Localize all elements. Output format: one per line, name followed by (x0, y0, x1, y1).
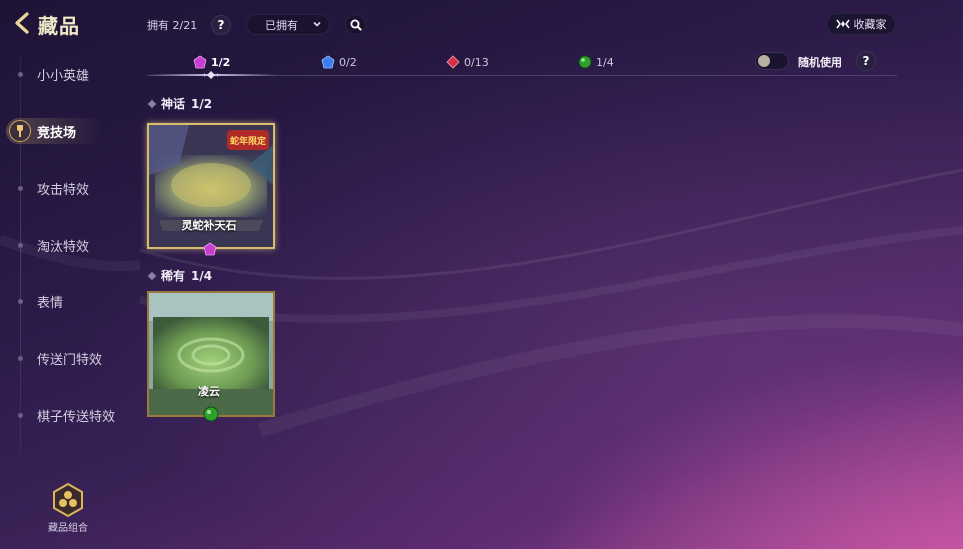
random-use-toggle[interactable] (755, 52, 789, 70)
sidebar-dot (18, 72, 23, 77)
sidebar-dot (18, 243, 23, 248)
card-name: 凌云 (198, 385, 220, 398)
sidebar-item-attack-effects[interactable]: 攻击特效 (0, 173, 140, 203)
owned-count: 拥有 2/21 (147, 19, 198, 32)
back-arrow-icon (15, 12, 29, 34)
sidebar-item-label: 淘汰特效 (37, 240, 90, 255)
arena-pin-icon (9, 120, 31, 142)
collector-label: 收藏家 (853, 18, 887, 31)
tab-mythic[interactable]: 1/2 (193, 53, 230, 71)
collector-icon (835, 19, 850, 29)
sidebar-dot (18, 413, 23, 418)
filter-value: 已拥有 (265, 18, 298, 32)
sidebar-item-arena[interactable]: 竞技场 (0, 116, 140, 146)
green-gem-icon (203, 406, 219, 422)
tab-rare[interactable]: 1/4 (578, 53, 614, 71)
purple-gem-icon (203, 242, 217, 256)
sidebar-item-label: 竞技场 (37, 126, 77, 141)
tab-legendary[interactable]: 0/13 (446, 53, 489, 71)
tab-count: 0/13 (464, 55, 489, 69)
arena-card-mythic[interactable]: 蛇年限定 灵蛇补天石 (147, 123, 275, 257)
card-name: 灵蛇补天石 (181, 219, 237, 232)
random-help-button[interactable]: ? (856, 51, 876, 71)
sidebar-item-label: 攻击特效 (37, 183, 90, 198)
purple-gem-icon (193, 55, 207, 69)
help-button[interactable]: ? (211, 15, 231, 35)
section-title: 神话 (161, 97, 186, 111)
sidebar-item-label: 小小英雄 (37, 69, 90, 84)
section-mythic-header: 神话 1/2 (147, 95, 213, 112)
owned-filter-select[interactable]: 已拥有 (246, 14, 330, 35)
card-badge: 蛇年限定 (230, 135, 267, 147)
blue-gem-icon (321, 55, 335, 69)
tab-count: 0/2 (339, 55, 357, 69)
page-title: 藏品 (38, 14, 80, 38)
section-diamond-icon (147, 99, 157, 108)
sidebar-item-unit-teleport-effects[interactable]: 棋子传送特效 (0, 400, 140, 430)
search-icon (350, 19, 362, 31)
back-button[interactable] (10, 9, 36, 37)
sidebar: 小小英雄 竞技场 攻击特效 淘汰特效 表情 传送门特效 棋子传送特效 (0, 55, 140, 475)
section-rare-header: 稀有 1/4 (147, 267, 213, 284)
toggle-knob (758, 55, 770, 67)
section-title: 稀有 (161, 269, 186, 283)
sidebar-dot (18, 356, 23, 361)
red-gem-icon (446, 55, 460, 69)
sidebar-item-label: 棋子传送特效 (37, 410, 116, 425)
section-count: 1/4 (191, 268, 213, 283)
combo-label: 藏品组合 (48, 523, 88, 534)
tab-count: 1/4 (596, 55, 614, 69)
collector-button[interactable]: 收藏家 (826, 13, 896, 35)
sidebar-dot (18, 186, 23, 191)
background-swoosh (0, 168, 963, 437)
hexagon-combo-icon (53, 483, 83, 517)
section-diamond-icon (147, 271, 157, 280)
random-use-label: 随机使用 (798, 56, 842, 69)
chevron-down-icon (313, 21, 321, 27)
sidebar-item-label: 表情 (37, 296, 64, 311)
sidebar-item-label: 传送门特效 (37, 353, 103, 368)
tab-count: 1/2 (211, 55, 231, 69)
search-button[interactable] (345, 14, 366, 35)
tab-epic[interactable]: 0/2 (321, 53, 357, 71)
sidebar-item-little-legends[interactable]: 小小英雄 (0, 59, 140, 89)
sidebar-dot (18, 299, 23, 304)
tab-active-diamond-icon (203, 71, 219, 79)
arena-card-rare[interactable]: 凌云 (147, 291, 275, 423)
section-count: 1/2 (191, 96, 213, 111)
sidebar-item-portal-effects[interactable]: 传送门特效 (0, 343, 140, 373)
green-gem-icon (578, 55, 592, 69)
collection-combo-button[interactable]: 藏品组合 (40, 483, 96, 535)
sidebar-item-elimination-effects[interactable]: 淘汰特效 (0, 230, 140, 260)
sidebar-item-emotes[interactable]: 表情 (0, 286, 140, 316)
